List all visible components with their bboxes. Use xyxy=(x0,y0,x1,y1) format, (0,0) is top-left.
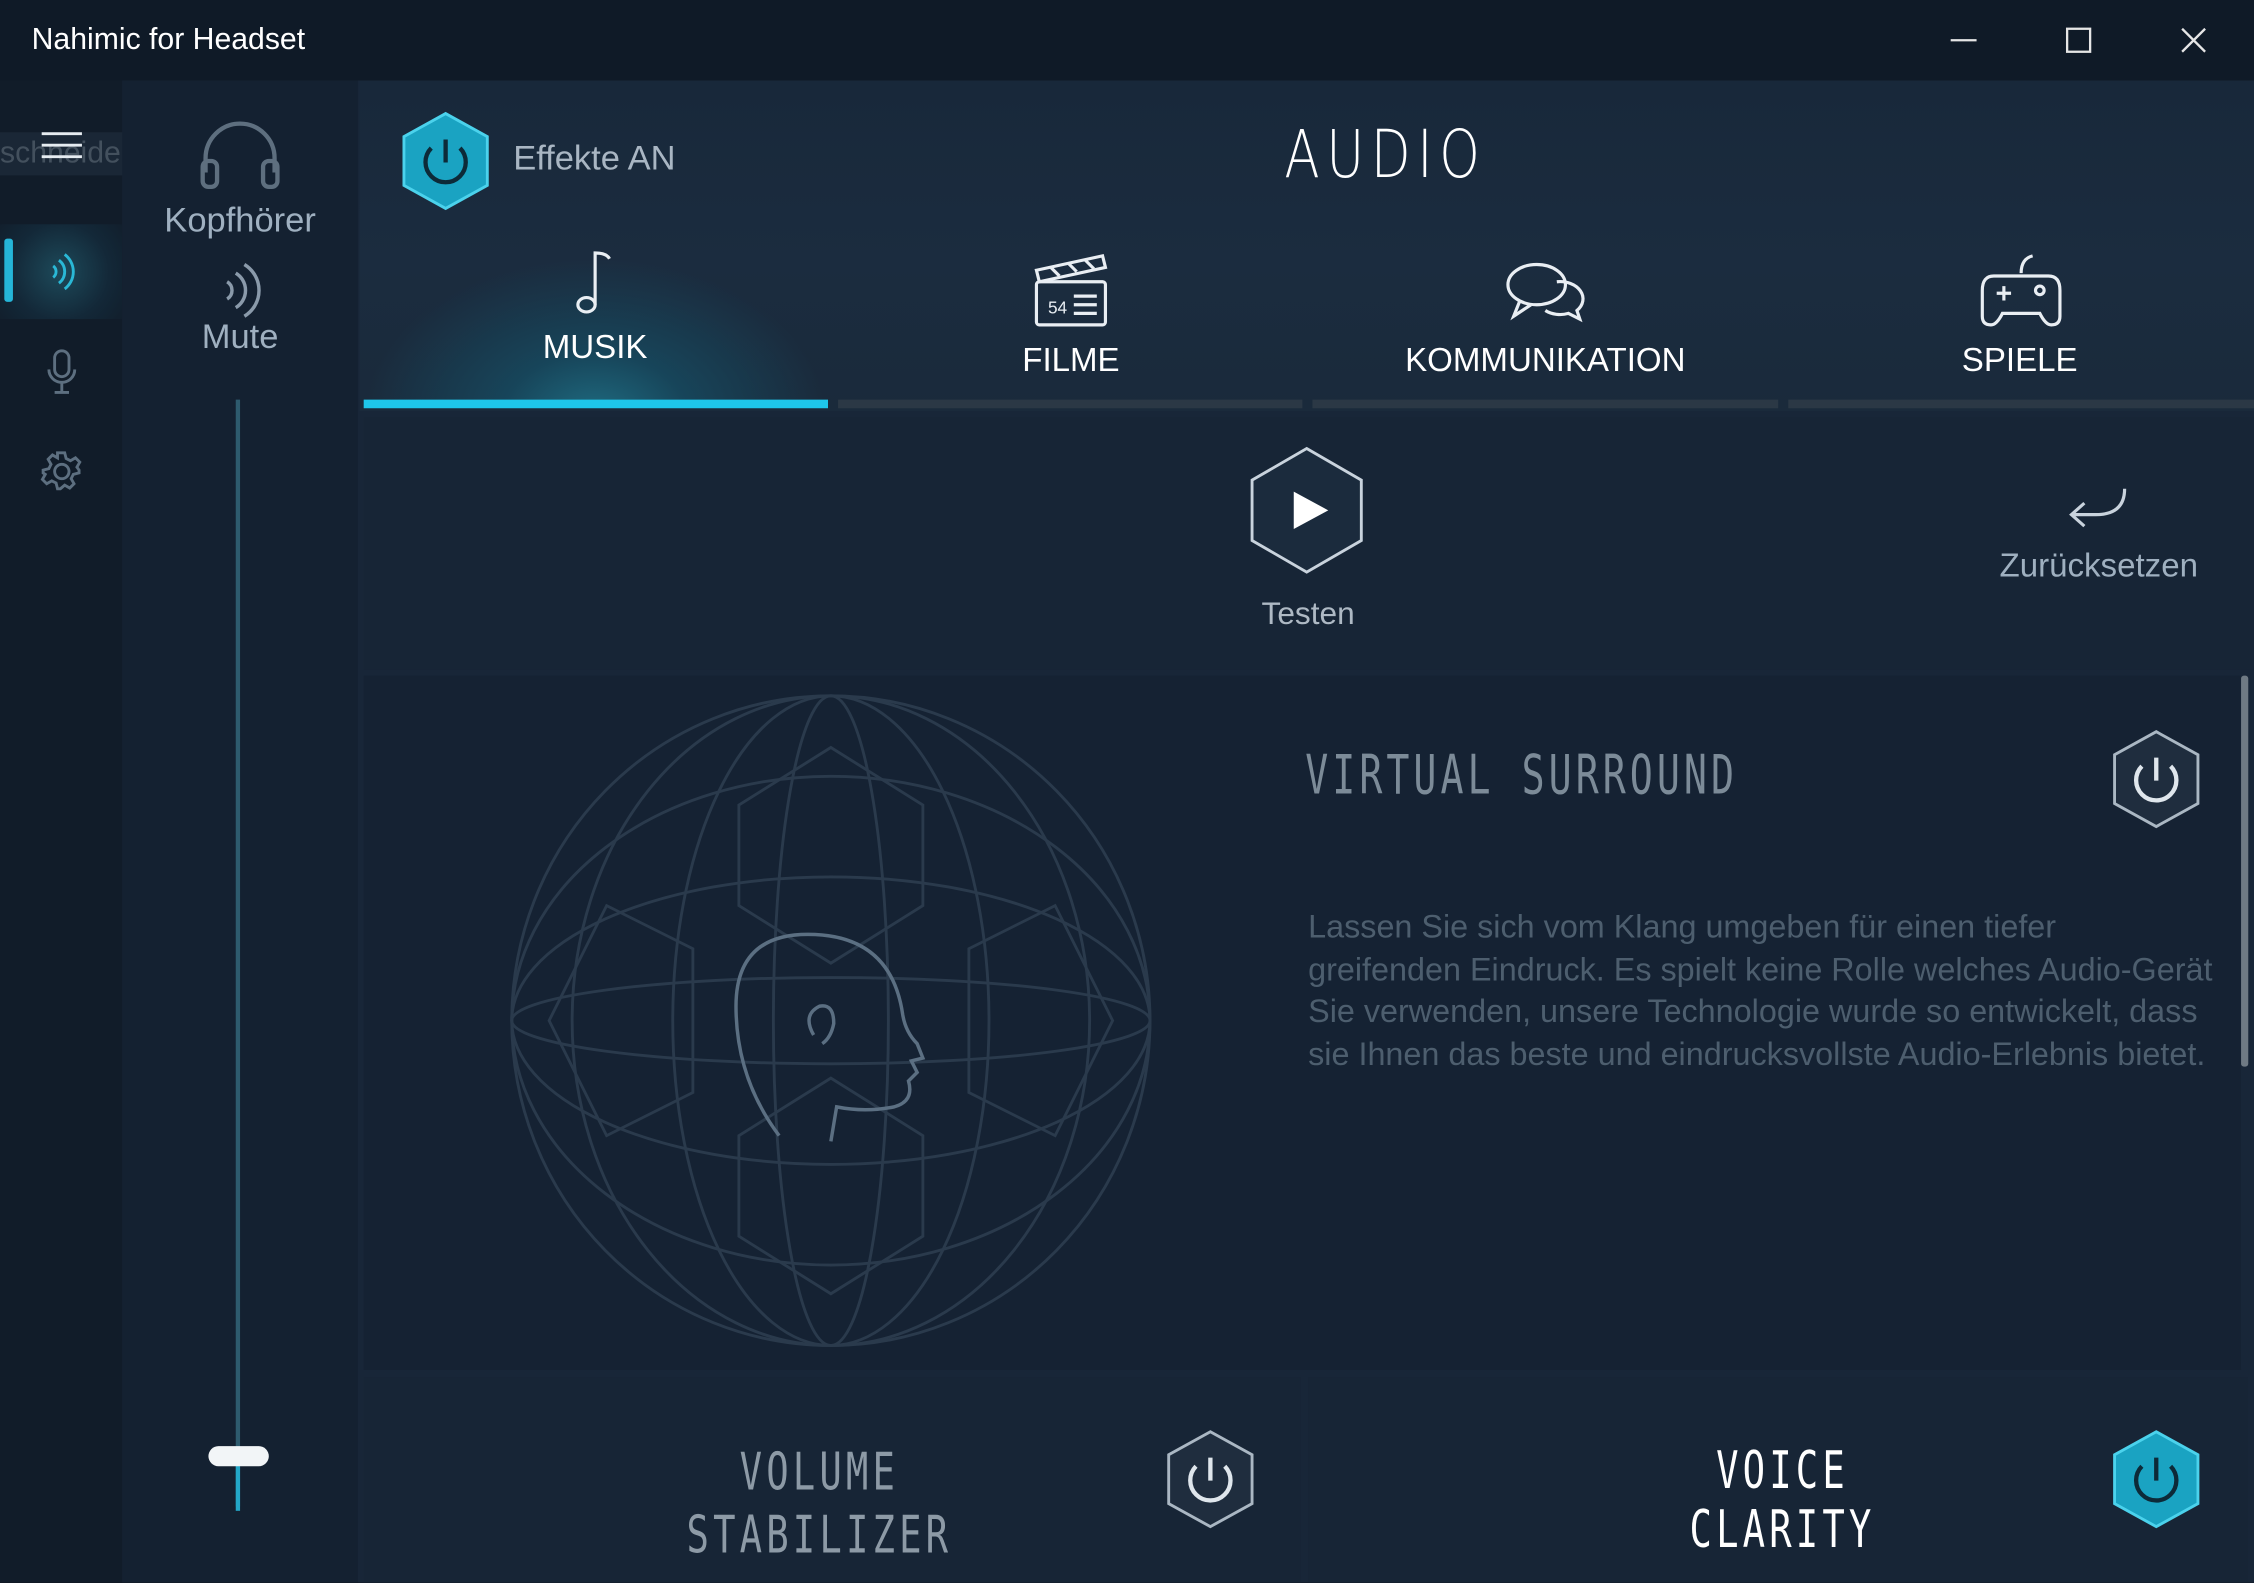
content-scrollbar[interactable] xyxy=(2241,675,2249,1067)
nav-audio-output[interactable] xyxy=(0,224,123,320)
tab-label: SPIELE xyxy=(1961,340,2078,379)
test-label: Testen xyxy=(1261,595,1355,632)
microphone-icon xyxy=(46,349,76,394)
volume-stabilizer-title-line1: VOLUME xyxy=(739,1443,900,1503)
maximize-button[interactable] xyxy=(2021,0,2136,81)
volume-slider-thumb[interactable] xyxy=(208,1446,269,1467)
svg-text:54: 54 xyxy=(1048,297,1068,317)
speaker-waves-icon xyxy=(51,253,74,291)
test-play-button[interactable] xyxy=(1248,446,1366,575)
volume-stabilizer-power-button[interactable] xyxy=(1164,1429,1256,1530)
power-icon xyxy=(402,111,489,211)
reset-button[interactable] xyxy=(2064,483,2133,541)
minimize-icon xyxy=(1950,39,1977,42)
gear-icon xyxy=(39,451,81,491)
tab-spiele[interactable]: SPIELE xyxy=(1787,216,2253,403)
page-title: AUDIO xyxy=(1284,115,1487,193)
headphones-button[interactable] xyxy=(194,115,286,196)
virtual-surround-description: Lassen Sie sich vom Klang umgeben für ei… xyxy=(1308,908,2213,1072)
active-nav-marker xyxy=(4,238,13,302)
app-window: Nahimic for Headset schneiden Kopfhörer … xyxy=(0,0,2254,1583)
gamepad-icon xyxy=(1980,254,2062,327)
close-button[interactable] xyxy=(2136,0,2251,81)
tab-filme[interactable]: 54 FILME xyxy=(838,216,1304,403)
device-name: Kopfhörer xyxy=(164,201,316,241)
surround-sphere-illustration xyxy=(510,694,1152,1347)
return-arrow-icon xyxy=(2069,488,2127,528)
tab-underline-kommunikation xyxy=(1312,399,1779,409)
sound-waves-icon xyxy=(226,263,261,318)
minimize-button[interactable] xyxy=(1906,0,2021,81)
nav-microphone[interactable] xyxy=(0,325,122,420)
title-bar: Nahimic for Headset xyxy=(0,0,2254,81)
tab-underline-filme xyxy=(838,399,1303,409)
hamburger-menu-button[interactable] xyxy=(0,98,122,193)
tab-underline-musik xyxy=(363,399,828,409)
tab-label: MUSIK xyxy=(542,327,648,366)
tab-underline-spiele xyxy=(1788,399,2254,409)
power-icon xyxy=(1167,1430,1254,1529)
close-icon xyxy=(2181,27,2206,53)
menu-icon xyxy=(40,132,82,159)
maximize-icon xyxy=(2065,27,2092,53)
clapperboard-icon: 54 xyxy=(1034,254,1108,327)
power-icon xyxy=(2113,1430,2200,1529)
virtual-surround-power-button[interactable] xyxy=(2110,729,2202,830)
mute-label: Mute xyxy=(201,317,279,357)
tab-kommunikation[interactable]: KOMMUNIKATION xyxy=(1312,216,1778,403)
voice-clarity-power-button[interactable] xyxy=(2110,1429,2202,1530)
tab-musik[interactable]: MUSIK xyxy=(362,215,828,403)
reset-label: Zurücksetzen xyxy=(1999,546,2198,584)
voice-clarity-title: VOICE CLARITY xyxy=(1689,1441,1876,1560)
nav-settings[interactable] xyxy=(0,424,122,519)
play-icon xyxy=(1250,446,1363,574)
window-title: Nahimic for Headset xyxy=(31,23,306,57)
tab-label: KOMMUNIKATION xyxy=(1405,340,1686,379)
tab-label: FILME xyxy=(1022,340,1120,379)
effects-power-button[interactable] xyxy=(400,111,492,212)
virtual-surround-title: VIRTUAL SURROUND xyxy=(1305,743,1738,807)
mute-toggle[interactable] xyxy=(216,259,268,322)
volume-slider-track[interactable] xyxy=(235,399,241,1507)
power-icon xyxy=(2113,730,2200,829)
music-note-icon xyxy=(576,251,611,314)
volume-stabilizer-title: VOLUME STABILIZER xyxy=(674,1442,964,1569)
headphones-icon xyxy=(200,121,280,190)
chat-bubbles-icon xyxy=(1506,262,1585,323)
volume-stabilizer-title-line2: STABILIZER xyxy=(686,1506,953,1566)
